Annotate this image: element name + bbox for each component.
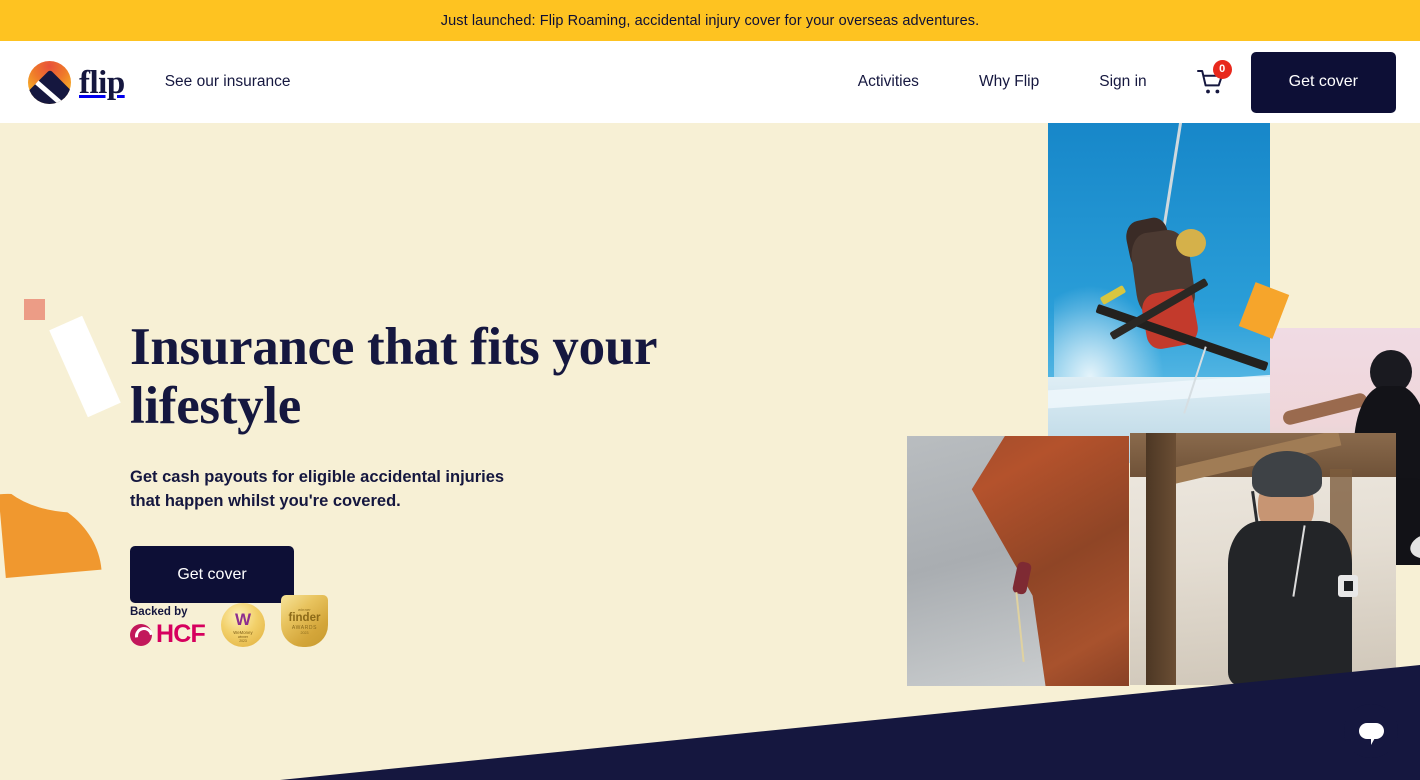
nav-item-why-flip[interactable]: Why Flip — [949, 73, 1069, 91]
primary-nav-right: Activities Why Flip Sign in 0 Get cover — [828, 51, 1396, 113]
wemoney-award-badge: W WeMoney winner 2023 — [220, 603, 265, 647]
flip-logo-mark-icon — [28, 60, 71, 104]
backed-by-block: Backed by HCF W WeMoney winner 2023 winn… — [130, 595, 328, 647]
chat-bubble-icon — [1358, 723, 1384, 745]
backed-by-partner: Backed by HCF — [130, 606, 206, 648]
announcement-text: Just launched: Flip Roaming, accidental … — [440, 12, 980, 29]
finder-award-badge: winner finder AWARDS 2023 — [280, 595, 328, 647]
logo-wordmark: flip — [79, 64, 125, 101]
hcf-wordmark: HCF — [156, 620, 206, 648]
logo-link[interactable]: flip — [28, 60, 125, 104]
wemoney-mark: W — [234, 609, 251, 629]
finder-line2: 2023 — [300, 630, 309, 635]
primary-nav-left: See our insurance — [165, 73, 291, 91]
nav-item-sign-in[interactable]: Sign in — [1069, 73, 1176, 91]
hcf-swirl-icon — [130, 623, 152, 646]
skier-photo — [1048, 123, 1270, 463]
cart-count-badge: 0 — [1212, 60, 1232, 79]
hero-text-block: Insurance that fits your lifestyle Get c… — [130, 318, 770, 604]
backed-by-label: Backed by — [130, 606, 188, 618]
site-header: flip See our insurance Activities Why Fl… — [0, 41, 1420, 123]
announcement-banner[interactable]: Just launched: Flip Roaming, accidental … — [0, 0, 1420, 41]
nav-item-see-our-insurance[interactable]: See our insurance — [165, 73, 291, 90]
skater-photo — [1130, 433, 1396, 685]
nav-item-activities[interactable]: Activities — [828, 73, 949, 91]
wemoney-line3: 2023 — [239, 638, 247, 643]
finder-mark: finder — [288, 612, 321, 625]
cart-button[interactable]: 0 — [1195, 60, 1232, 99]
hero-subtitle: Get cash payouts for eligible accidental… — [130, 467, 505, 511]
header-get-cover-button[interactable]: Get cover — [1250, 51, 1396, 113]
chat-widget-button[interactable] — [1344, 704, 1398, 758]
hero-title: Insurance that fits your lifestyle — [130, 318, 657, 436]
hcf-logo: HCF — [130, 620, 206, 648]
rock-climber-photo — [907, 436, 1129, 686]
hero-section: Insurance that fits your lifestyle Get c… — [0, 123, 1420, 780]
